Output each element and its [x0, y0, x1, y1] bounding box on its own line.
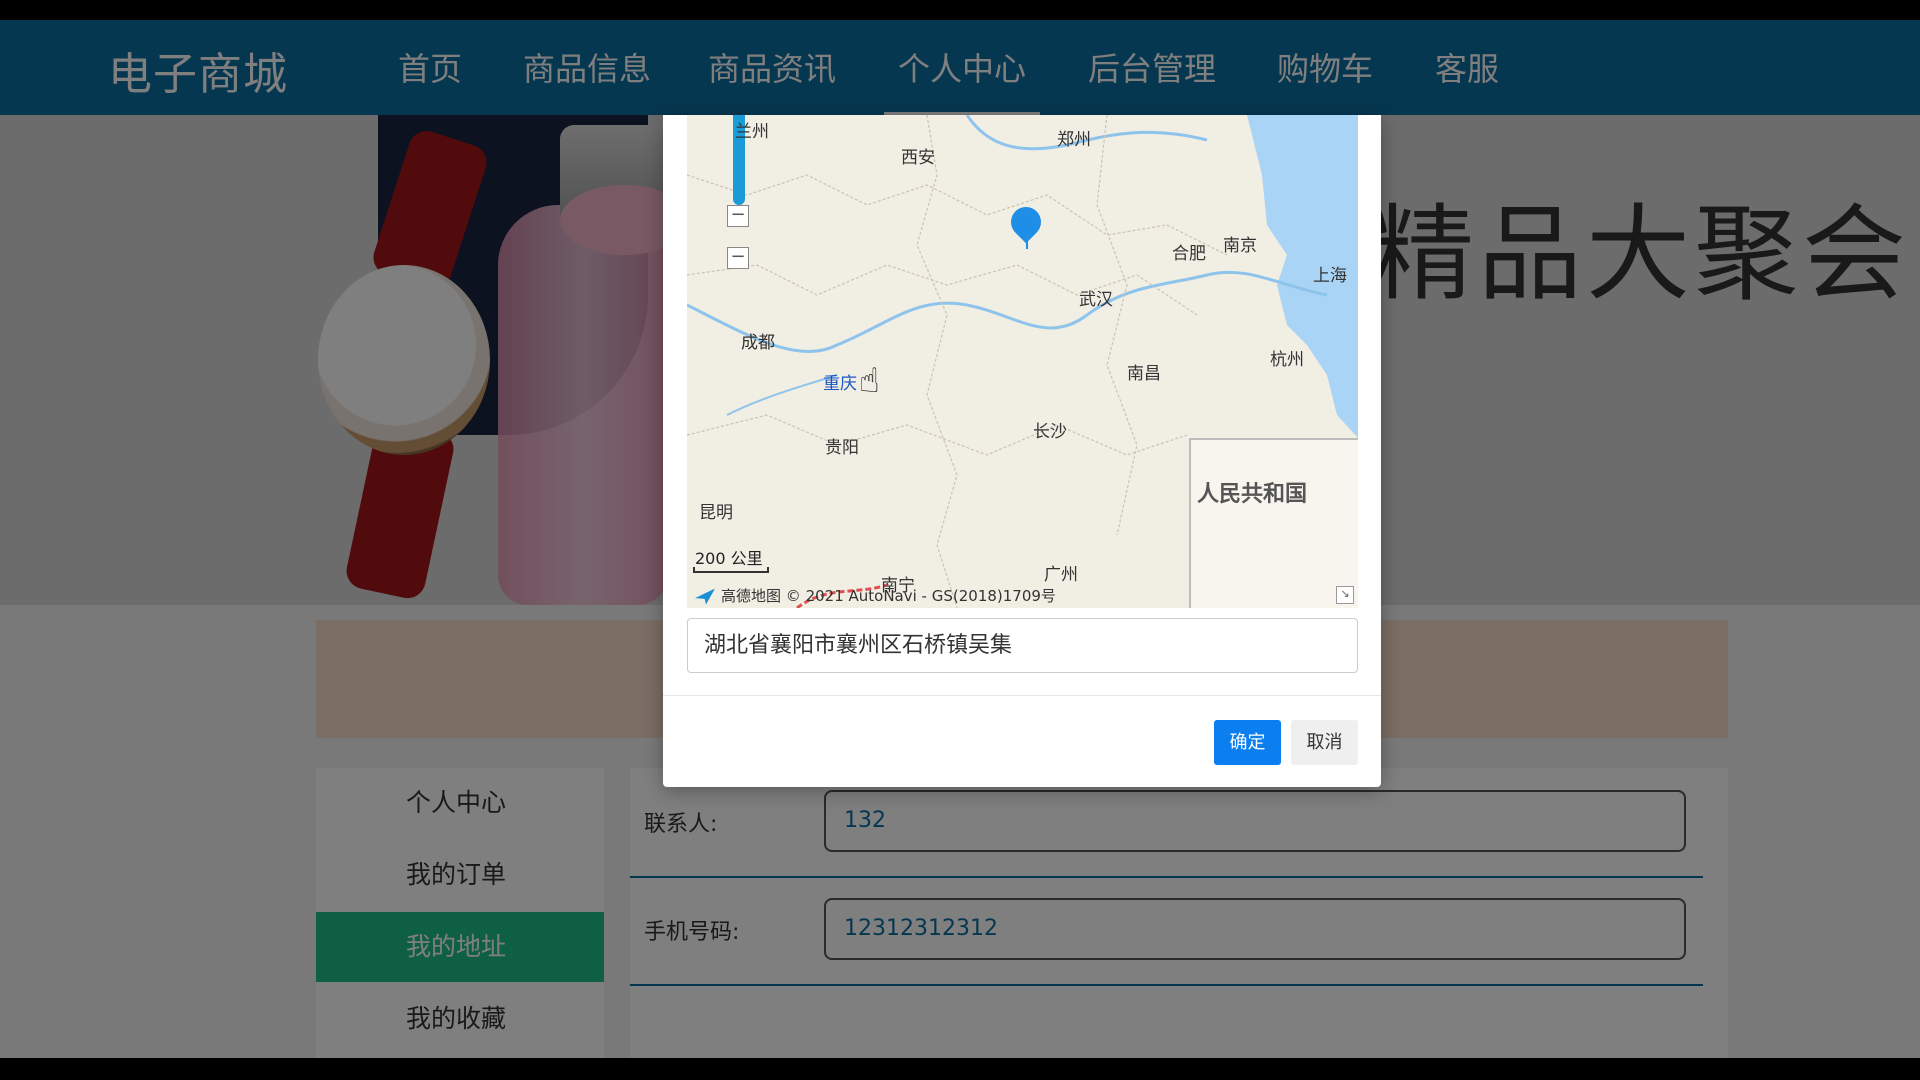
app-screen: 电子商城 首页 商品信息 商品资讯 个人中心 后台管理 购物车 客服 精品大聚会…	[0, 20, 1920, 1058]
city-label: 兰州	[735, 122, 769, 142]
city-label: 昆明	[699, 503, 733, 523]
city-label: 贵阳	[825, 438, 859, 458]
city-label: 成都	[741, 333, 775, 353]
amap-logo-icon	[695, 588, 715, 605]
map-overview-inset[interactable]: 人民共和国 ↘	[1189, 438, 1358, 608]
zoom-out-button[interactable]: −	[727, 247, 749, 269]
city-label: 杭州	[1270, 350, 1304, 370]
address-input[interactable]: 湖北省襄阳市襄州区石桥镇吴集	[687, 618, 1358, 673]
location-pin-tail	[1026, 233, 1028, 249]
city-label: 南京	[1223, 236, 1257, 256]
zoom-handle[interactable]: −	[727, 205, 749, 227]
confirm-button[interactable]: 确定	[1214, 720, 1281, 765]
city-label: 长沙	[1033, 422, 1067, 442]
map-attribution: 高德地图 © 2021 AutoNavi - GS(2018)1709号	[695, 585, 1056, 606]
map-scale-label: 200 公里	[695, 549, 763, 568]
city-label: 武汉	[1079, 290, 1113, 310]
resize-arrow-icon[interactable]: ↘	[1336, 586, 1354, 604]
inset-country-label: 人民共和国	[1197, 482, 1308, 507]
city-label: 重庆	[823, 374, 857, 394]
city-label: 上海	[1313, 266, 1347, 286]
city-label: 西安	[901, 148, 935, 168]
map-scale-bar	[693, 567, 769, 573]
hand-cursor-icon: ☝	[859, 361, 880, 401]
map-picker-modal: − − 兰州 西安 郑州 合肥 南京 上海 武汉 成都 重庆 杭州 南昌 长沙 …	[663, 115, 1381, 787]
amap-logo-text: 高德地图	[721, 587, 782, 605]
map-view[interactable]: − − 兰州 西安 郑州 合肥 南京 上海 武汉 成都 重庆 杭州 南昌 长沙 …	[687, 115, 1358, 608]
modal-divider	[663, 695, 1381, 696]
cancel-button[interactable]: 取消	[1291, 720, 1358, 765]
map-copyright: © 2021 AutoNavi - GS(2018)1709号	[785, 587, 1056, 605]
city-label: 广州	[1044, 565, 1078, 585]
city-label: 合肥	[1172, 244, 1206, 264]
city-label: 郑州	[1057, 130, 1091, 150]
city-label: 南昌	[1127, 364, 1161, 384]
